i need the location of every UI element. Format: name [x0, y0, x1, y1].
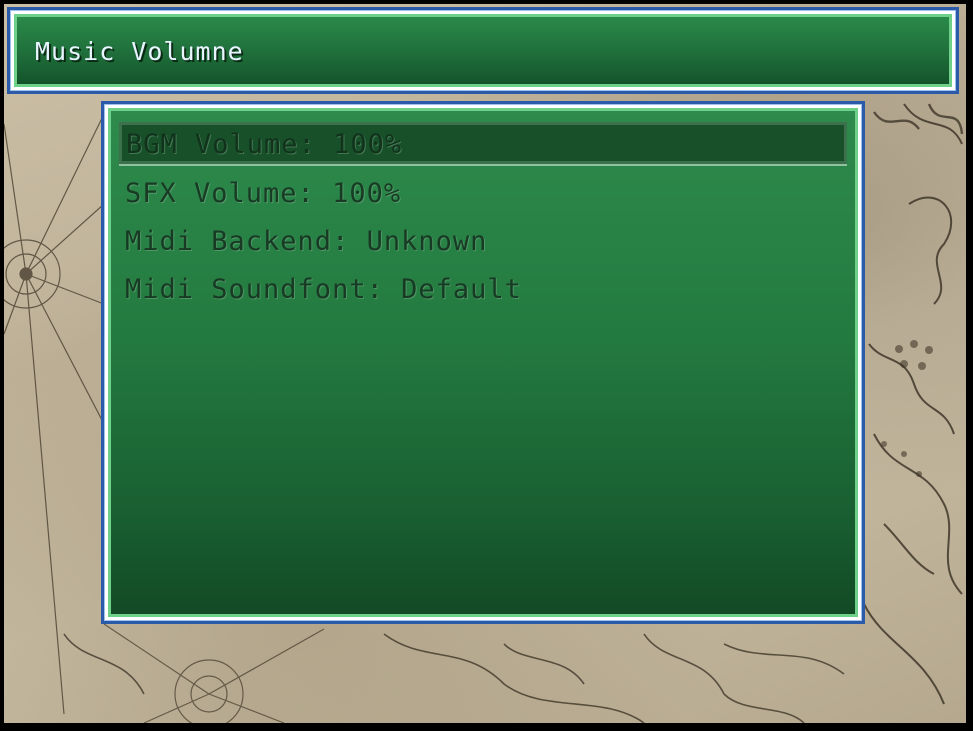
title-window-inner: Music Volumne	[14, 14, 952, 87]
menu-item-label: BGM Volume: 100%	[126, 129, 403, 160]
menu-item-sfx-volume[interactable]: SFX Volume: 100%	[119, 170, 847, 218]
window-title: Music Volumne	[35, 37, 244, 66]
title-window: Music Volumne	[7, 7, 959, 94]
menu-item-label: Midi Soundfont: Default	[125, 274, 522, 305]
menu-item-midi-backend[interactable]: Midi Backend: Unknown	[119, 218, 847, 266]
menu-item-midi-soundfont[interactable]: Midi Soundfont: Default	[119, 266, 847, 314]
hills-right	[881, 340, 933, 477]
settings-menu-inner: BGM Volume: 100% SFX Volume: 100% Midi B…	[108, 108, 858, 617]
compass-rose-bottom	[103, 623, 325, 723]
settings-menu-list: BGM Volume: 100% SFX Volume: 100% Midi B…	[119, 122, 847, 314]
menu-item-label: Midi Backend: Unknown	[125, 226, 488, 257]
menu-item-bgm-volume[interactable]: BGM Volume: 100%	[119, 122, 847, 164]
coastline-right	[863, 103, 963, 705]
settings-menu-window: BGM Volume: 100% SFX Volume: 100% Midi B…	[101, 101, 865, 624]
compass-rose-left	[4, 113, 105, 715]
rivers-bottom	[63, 633, 845, 723]
menu-item-label: SFX Volume: 100%	[125, 178, 402, 209]
